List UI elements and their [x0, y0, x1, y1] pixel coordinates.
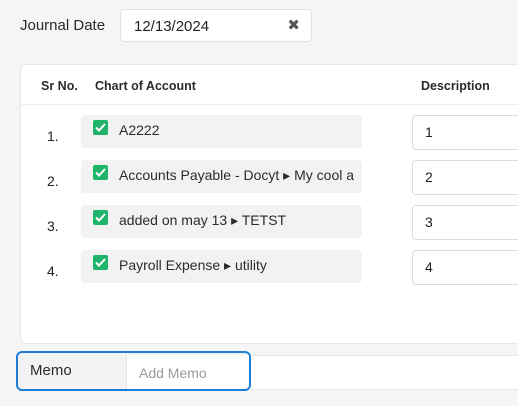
column-header-chart-of-account: Chart of Account [95, 79, 196, 93]
header-divider [21, 104, 518, 105]
account-select[interactable]: added on may 13 ▸ TETST [81, 205, 362, 238]
description-value[interactable]: 4 [425, 259, 433, 275]
account-name: Payroll Expense ▸ utility [119, 257, 267, 273]
row-number: 4. [47, 263, 59, 279]
row-number: 1. [47, 128, 59, 144]
row-number: 2. [47, 173, 59, 189]
table-row: 4. Payroll Expense ▸ utility 4 [21, 250, 518, 286]
journal-date-value[interactable]: 12/13/2024 [134, 18, 209, 35]
account-select[interactable]: Accounts Payable - Docyt ▸ My cool a [81, 160, 362, 193]
checkbox-checked-icon[interactable] [93, 210, 108, 225]
memo-label: Memo [30, 362, 72, 379]
account-name: added on may 13 ▸ TETST [119, 212, 287, 228]
memo-input[interactable] [126, 355, 249, 389]
account-select[interactable]: Payroll Expense ▸ utility [81, 250, 362, 283]
journal-date-field[interactable]: 12/13/2024 ✖ [120, 9, 312, 42]
account-name: A2222 [119, 122, 160, 138]
journal-entry-page: Journal Date 12/13/2024 ✖ Sr No. Chart o… [0, 0, 518, 406]
table-row: 2. Accounts Payable - Docyt ▸ My cool a … [21, 160, 518, 196]
column-header-sr-no: Sr No. [41, 79, 78, 93]
description-input[interactable]: 2 [412, 160, 518, 195]
table-row: 3. added on may 13 ▸ TETST 3 [21, 205, 518, 241]
checkbox-checked-icon[interactable] [93, 255, 108, 270]
checkbox-checked-icon[interactable] [93, 120, 108, 135]
description-value[interactable]: 1 [425, 124, 433, 140]
journal-lines-table: Sr No. Chart of Account Description 1. A… [20, 64, 518, 344]
account-select[interactable]: A2222 [81, 115, 362, 148]
table-row: 1. A2222 1 [21, 115, 518, 151]
description-input[interactable]: 4 [412, 250, 518, 285]
description-value[interactable]: 2 [425, 169, 433, 185]
description-input[interactable]: 1 [412, 115, 518, 150]
column-header-description: Description [421, 79, 490, 93]
journal-date-label: Journal Date [20, 17, 106, 34]
account-name: Accounts Payable - Docyt ▸ My cool a [119, 167, 355, 183]
checkbox-checked-icon[interactable] [93, 165, 108, 180]
description-value[interactable]: 3 [425, 214, 433, 230]
description-input[interactable]: 3 [412, 205, 518, 240]
close-x-icon[interactable]: ✖ [287, 16, 300, 34]
memo-bar-extension [250, 355, 518, 390]
row-number: 3. [47, 218, 59, 234]
memo-field-group: Memo [16, 351, 251, 391]
